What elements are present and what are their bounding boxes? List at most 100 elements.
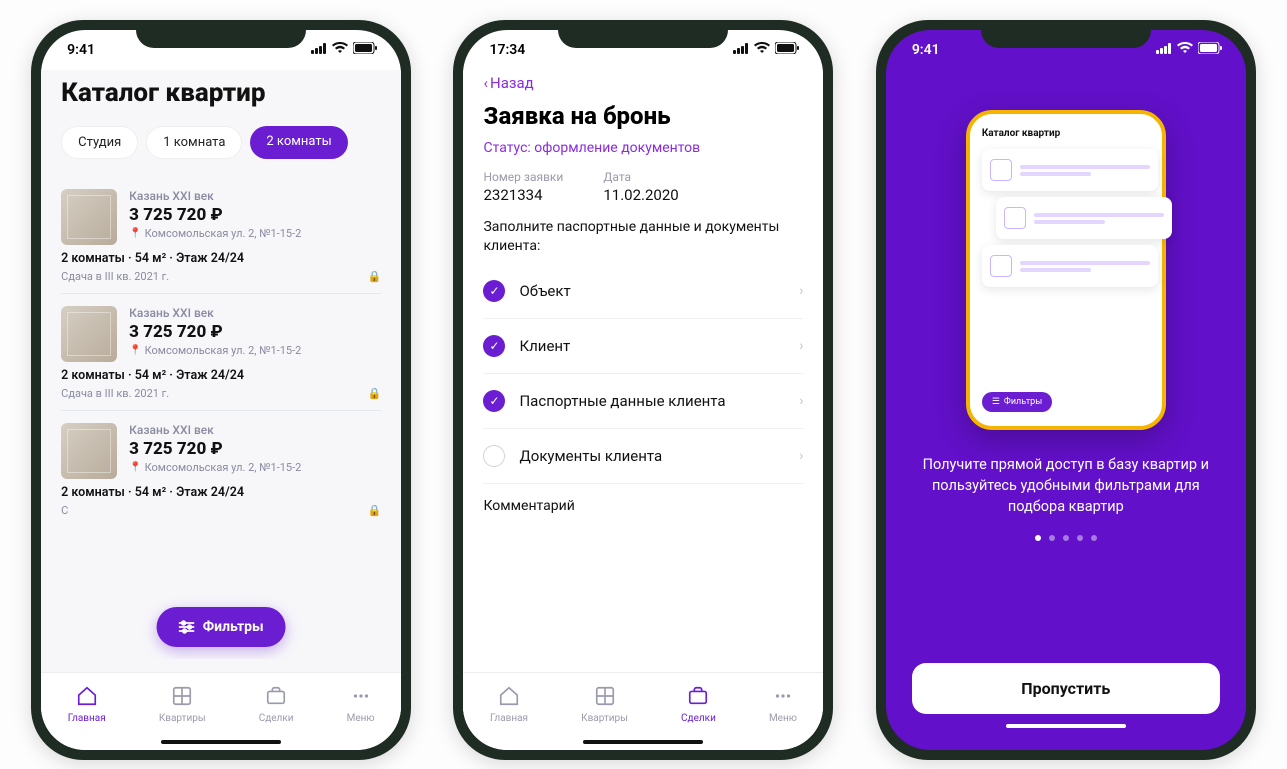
project-name: Казань XXI век — [129, 189, 381, 203]
filters-button[interactable]: Фильтры — [157, 607, 286, 647]
dots-icon — [350, 685, 372, 710]
tab-label: Главная — [68, 713, 106, 724]
mock-card — [982, 245, 1158, 287]
step-row[interactable]: ✓ Паспортные данные клиента › — [483, 374, 803, 429]
phone-catalog: 9:41 Каталог квартир Студия1 комната2 ко… — [31, 20, 411, 760]
battery-icon — [775, 42, 799, 58]
screen: 17:34 ‹ Назад Заявка на бронь Статус: оф… — [463, 30, 823, 750]
page-dot[interactable] — [1077, 535, 1083, 541]
page-dot[interactable] — [1035, 535, 1041, 541]
page-dot[interactable] — [1063, 535, 1069, 541]
tab-grid[interactable]: Квартиры — [159, 685, 206, 724]
onboard-content: Каталог квартир ☰ Фильтры Получите прямо… — [886, 70, 1246, 750]
filter-chip[interactable]: 1 комната — [146, 126, 242, 159]
listing-card[interactable]: Казань XXI век 3 725 720 ₽ 📍Комсомольска… — [61, 293, 381, 410]
listing-card[interactable]: Казань XXI век 3 725 720 ₽ 📍Комсомольска… — [61, 410, 381, 527]
screen: 9:41 Каталог квартир ☰ Фильтры П — [886, 30, 1246, 750]
home-indicator[interactable] — [161, 740, 281, 744]
listing-meta: 2 комнаты · 54 м² · Этаж 24/24 — [61, 251, 381, 266]
battery-icon — [353, 42, 377, 58]
tab-case[interactable]: Сделки — [681, 685, 716, 724]
notch — [981, 20, 1151, 48]
step-row[interactable]: Документы клиента › — [483, 429, 803, 484]
lock-icon: 🔒 — [367, 504, 381, 517]
floorplan-thumb — [61, 306, 117, 362]
tab-label: Меню — [769, 713, 797, 724]
filter-chip[interactable]: 2 комнаты — [250, 126, 347, 159]
tab-label: Квартиры — [581, 713, 628, 724]
chevron-right-icon: › — [799, 283, 803, 299]
tab-home[interactable]: Главная — [68, 685, 106, 724]
pin-icon: 📍 — [129, 345, 141, 356]
check-icon: ✓ — [483, 280, 505, 302]
instruction-text: Заполните паспортные данные и документы … — [483, 218, 803, 256]
tab-case[interactable]: Сделки — [259, 685, 294, 724]
tab-dots[interactable]: Меню — [769, 685, 797, 724]
listing-meta: 2 комнаты · 54 м² · Этаж 24/24 — [61, 368, 381, 383]
page-dot[interactable] — [1091, 535, 1097, 541]
chevron-left-icon: ‹ — [483, 74, 488, 92]
case-icon — [687, 685, 709, 710]
floorplan-thumb — [61, 189, 117, 245]
filters-label: Фильтры — [203, 619, 264, 635]
back-label: Назад — [490, 74, 534, 92]
project-name: Казань XXI век — [129, 306, 381, 320]
date-value: 11.02.2020 — [603, 186, 678, 204]
skip-label: Пропустить — [1021, 679, 1110, 698]
signal-icon — [311, 42, 327, 58]
grid-icon — [594, 685, 616, 710]
mock-phone-illustration: Каталог квартир ☰ Фильтры — [966, 110, 1166, 430]
sliders-icon — [179, 620, 195, 634]
battery-icon — [1198, 42, 1222, 58]
chevron-right-icon: › — [799, 338, 803, 354]
wifi-icon — [332, 42, 348, 58]
project-name: Казань XXI век — [129, 423, 381, 437]
tab-grid[interactable]: Квартиры — [581, 685, 628, 724]
req-num-value: 2321334 — [483, 186, 563, 204]
back-button[interactable]: ‹ Назад — [483, 74, 803, 92]
wifi-icon — [754, 42, 770, 58]
signal-icon — [1156, 42, 1172, 58]
lock-icon: 🔒 — [367, 270, 381, 283]
skip-button[interactable]: Пропустить — [912, 663, 1220, 714]
bottom-nav: Главная Квартиры Сделки Меню — [463, 672, 823, 750]
home-indicator[interactable] — [1006, 724, 1126, 728]
address: 📍Комсомольская ул. 2, №1-15-2 — [129, 461, 381, 474]
step-list: ✓ Объект ›✓ Клиент ›✓ Паспортные данные … — [483, 264, 803, 484]
content-area: ‹ Назад Заявка на бронь Статус: оформлен… — [463, 70, 823, 672]
step-row[interactable]: ✓ Объект › — [483, 264, 803, 319]
grid-icon — [171, 685, 193, 710]
notch — [558, 20, 728, 48]
phone-onboarding: 9:41 Каталог квартир ☰ Фильтры П — [876, 20, 1256, 760]
wifi-icon — [1177, 42, 1193, 58]
address: 📍Комсомольская ул. 2, №1-15-2 — [129, 344, 381, 357]
filter-chip[interactable]: Студия — [61, 126, 138, 159]
tabbar: Главная Квартиры Сделки Меню — [41, 672, 401, 736]
step-row[interactable]: ✓ Клиент › — [483, 319, 803, 374]
circle-icon — [483, 445, 505, 467]
step-label: Документы клиента — [519, 447, 785, 465]
filter-chips: Студия1 комната2 комнаты — [61, 126, 381, 159]
check-icon: ✓ — [483, 335, 505, 357]
floorplan-icon — [990, 159, 1012, 181]
step-label: Объект — [519, 282, 785, 300]
listing-scroll[interactable]: Казань XXI век 3 725 720 ₽ 📍Комсомольска… — [61, 177, 381, 659]
delivery-date: Сдача в III кв. 2021 г. — [61, 387, 169, 400]
floorplan-icon — [990, 255, 1012, 277]
case-icon — [265, 685, 287, 710]
page-dots[interactable] — [1035, 535, 1097, 541]
status-indicators — [1156, 42, 1222, 58]
tab-dots[interactable]: Меню — [347, 685, 375, 724]
tab-home[interactable]: Главная — [490, 685, 528, 724]
status-indicators — [311, 42, 377, 58]
listing-card[interactable]: Казань XXI век 3 725 720 ₽ 📍Комсомольска… — [61, 177, 381, 293]
step-label: Паспортные данные клиента — [519, 392, 785, 410]
home-indicator[interactable] — [583, 740, 703, 744]
mock-title: Каталог квартир — [982, 128, 1150, 139]
status-time: 9:41 — [912, 42, 940, 58]
dots-icon — [772, 685, 794, 710]
page-dot[interactable] — [1049, 535, 1055, 541]
page-title: Заявка на бронь — [483, 102, 803, 130]
price: 3 725 720 ₽ — [129, 322, 381, 342]
listing-meta: 2 комнаты · 54 м² · Этаж 24/24 — [61, 485, 381, 500]
